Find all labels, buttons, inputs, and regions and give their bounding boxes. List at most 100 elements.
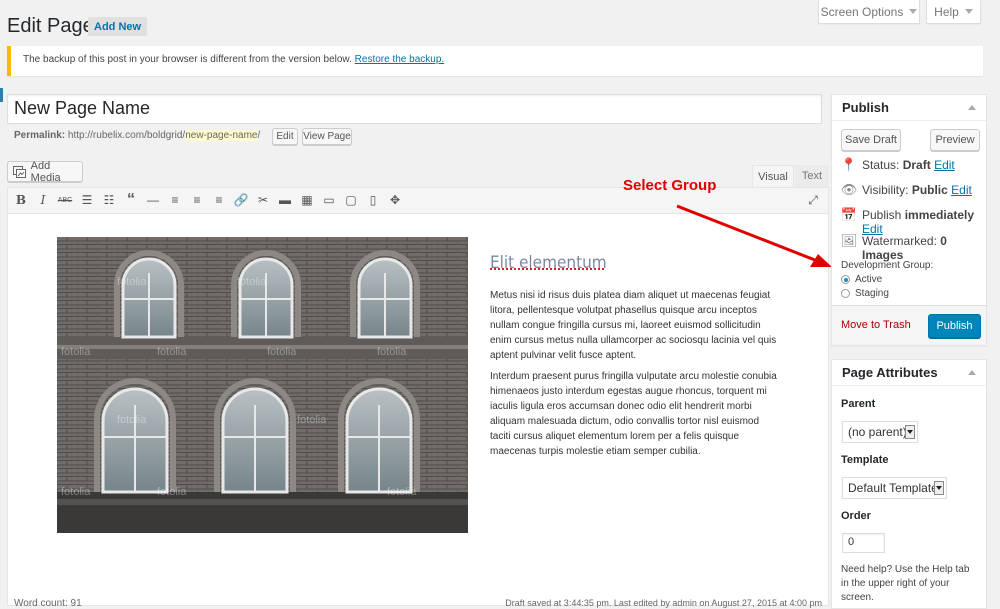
permalink-slug[interactable]: new-page-name <box>185 130 258 141</box>
add-media-icon <box>13 165 26 178</box>
draft-status: Draft saved at 3:44:35 pm. Last edited b… <box>505 598 822 608</box>
dev-option-active-label: Active <box>855 274 883 285</box>
publish-actions: Move to Trash Publish <box>832 305 986 345</box>
italic-icon[interactable]: I <box>36 193 50 207</box>
save-draft-button[interactable]: Save Draft <box>841 129 901 151</box>
admin-menu-edge <box>0 88 3 102</box>
dev-group-staging-option[interactable]: Staging <box>841 288 889 299</box>
publish-header[interactable]: Publish <box>832 95 986 121</box>
radio-active[interactable] <box>841 275 850 284</box>
publish-button[interactable]: Publish <box>928 314 981 338</box>
page-attributes-header[interactable]: Page Attributes <box>832 360 986 386</box>
content-heading: Elit elementum <box>490 253 607 273</box>
bold-icon[interactable]: B <box>14 193 28 207</box>
content-paragraph-2: Interdum praesent purus fringilla vulput… <box>490 371 777 457</box>
radio-staging[interactable] <box>841 289 850 298</box>
numbered-list-icon[interactable]: ☷ <box>102 193 116 207</box>
building-image[interactable]: fotolia fotolia fotolia fotolia fotolia foto… <box>57 237 468 533</box>
status-row: Status: Draft Edit <box>862 158 955 172</box>
watermarked-row: Watermarked: 0 Images <box>862 234 947 262</box>
add-media-button[interactable]: Add Media <box>7 159 83 184</box>
notice-text: The backup of this post in your browser … <box>23 54 352 65</box>
permalink-base: http://rubelix.com/boldgrid/ <box>67 130 186 141</box>
move-icon[interactable]: ✥ <box>388 193 402 207</box>
schedule-row: Publish immediately Edit <box>862 208 975 236</box>
svg-text:fotolia: fotolia <box>267 346 297 358</box>
horizontal-rule-icon[interactable]: — <box>146 193 160 207</box>
parent-value: (no parent) <box>848 425 907 439</box>
align-right-icon[interactable]: ≡ <box>212 193 226 207</box>
post-title-value: New Page Name <box>14 98 151 118</box>
view-page-button[interactable]: View Page <box>302 128 352 145</box>
template-label: Template <box>841 454 889 466</box>
help-text: Need help? Use the Help tab in the upper… <box>841 564 970 603</box>
dev-group-active-option[interactable]: Active <box>841 274 882 285</box>
svg-text:fotolia: fotolia <box>117 276 147 288</box>
building-photo: fotolia fotolia fotolia fotolia fotolia foto… <box>57 237 468 533</box>
help-button[interactable]: Help <box>926 0 981 24</box>
add-media-label: Add Media <box>30 159 61 184</box>
annotation-label: Select Group <box>623 177 717 194</box>
eye-icon: 👁 <box>840 182 858 197</box>
image-icon: 🖼 <box>840 233 858 248</box>
device-tablet-icon[interactable]: ▢ <box>344 193 358 207</box>
dev-option-staging-label: Staging <box>855 288 889 299</box>
tab-text[interactable]: Text <box>795 165 829 187</box>
parent-label: Parent <box>841 398 876 410</box>
bullet-list-icon[interactable]: ☰ <box>80 193 94 207</box>
device-mobile-icon[interactable]: ▯ <box>366 193 380 207</box>
chevron-down-icon <box>909 9 918 14</box>
template-value: Default Template <box>848 481 938 495</box>
chevron-down-icon <box>905 425 915 439</box>
page-title: Edit Page <box>7 15 94 37</box>
word-count: Word count: 91 <box>14 598 82 609</box>
device-desktop-icon[interactable]: ▭ <box>322 193 336 207</box>
svg-text:fotolia: fotolia <box>157 486 187 498</box>
permalink-row: Permalink: http://rubelix.com/boldgrid/n… <box>14 130 260 141</box>
collapse-icon[interactable] <box>968 105 976 110</box>
backup-notice: The backup of this post in your browser … <box>7 46 983 76</box>
unlink-icon[interactable]: ✂ <box>256 193 270 207</box>
svg-text:fotolia: fotolia <box>377 346 407 358</box>
screen-options-button[interactable]: Screen Options <box>818 0 920 24</box>
add-new-button[interactable]: Add New <box>88 17 148 36</box>
parent-select[interactable]: (no parent) <box>842 421 918 443</box>
collapse-icon[interactable] <box>968 370 976 375</box>
page-attributes-title: Page Attributes <box>842 365 938 380</box>
tab-visual[interactable]: Visual <box>752 165 794 187</box>
strikethrough-icon[interactable]: ABC <box>58 193 72 207</box>
preview-button[interactable]: Preview <box>930 129 980 151</box>
read-more-icon[interactable]: ▬ <box>278 193 292 207</box>
template-select[interactable]: Default Template <box>842 477 947 499</box>
svg-text:fotolia: fotolia <box>237 276 267 288</box>
help-label: Help <box>934 4 959 19</box>
content-paragraph-1: Metus nisi id risus duis platea diam ali… <box>490 290 777 361</box>
permalink-label: Permalink: <box>14 130 66 141</box>
move-to-trash-link[interactable]: Move to Trash <box>841 319 911 331</box>
screen-options-label: Screen Options <box>820 4 904 19</box>
svg-text:fotolia: fotolia <box>117 414 147 426</box>
align-left-icon[interactable]: ≡ <box>168 193 182 207</box>
chevron-down-icon <box>964 9 973 14</box>
svg-text:fotolia: fotolia <box>157 346 187 358</box>
blockquote-icon[interactable]: “ <box>124 191 138 208</box>
status-edit-link[interactable]: Edit <box>934 158 955 172</box>
svg-text:fotolia: fotolia <box>387 486 417 498</box>
align-center-icon[interactable]: ≡ <box>190 193 204 207</box>
order-input[interactable]: 0 <box>842 533 885 553</box>
order-value: 0 <box>848 536 855 548</box>
visibility-edit-link[interactable]: Edit <box>951 183 972 197</box>
page-attributes-box: Page Attributes Parent (no parent) Templ… <box>831 359 987 609</box>
svg-text:fotolia: fotolia <box>61 346 91 358</box>
svg-text:fotolia: fotolia <box>297 414 327 426</box>
toolbar-toggle-icon[interactable]: ▦ <box>300 193 314 207</box>
chevron-down-icon <box>934 481 944 495</box>
publish-title: Publish <box>842 100 889 115</box>
link-icon[interactable]: 🔗 <box>234 193 249 207</box>
permalink-edit-button[interactable]: Edit <box>272 128 298 145</box>
publish-box: Publish Save Draft Preview 📍 Status: Dra… <box>831 94 987 346</box>
post-title-input[interactable]: New Page Name <box>7 94 822 124</box>
restore-backup-link[interactable]: Restore the backup. <box>355 54 445 65</box>
pin-icon: 📍 <box>840 157 858 172</box>
annotation-arrow <box>676 204 832 267</box>
